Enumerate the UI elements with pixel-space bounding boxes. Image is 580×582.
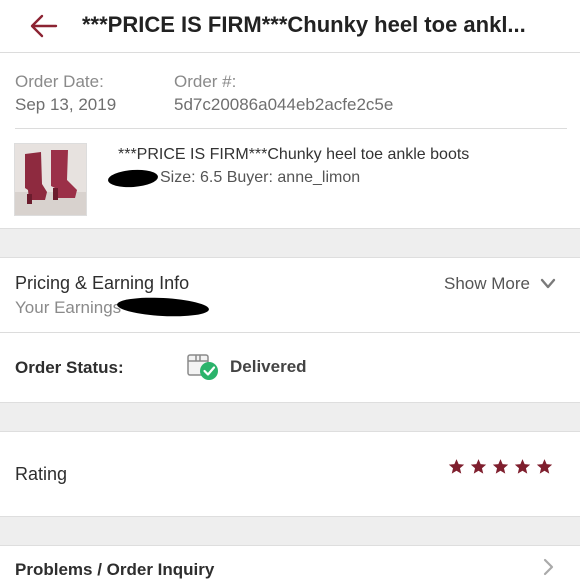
star-icon (514, 459, 531, 474)
show-more-link[interactable]: Show More (444, 274, 530, 294)
divider (0, 332, 580, 333)
rating-label: Rating (15, 464, 68, 484)
rating-stars (448, 458, 553, 475)
order-date-label: Order Date: (15, 72, 104, 91)
pricing-title: Pricing & Earning Info (15, 273, 190, 293)
star-icon (470, 459, 487, 474)
chevron-down-icon[interactable] (540, 277, 556, 296)
section-separator (0, 228, 580, 258)
item-meta: Size: 6.5 Buyer: anne_limon (160, 169, 361, 186)
problems-inquiry-link[interactable]: Problems / Order Inquiry (15, 560, 214, 580)
star-icon (448, 459, 465, 474)
item-title[interactable]: ***PRICE IS FIRM***Chunky heel toe ankle… (118, 146, 469, 164)
section-separator (0, 516, 580, 546)
section-separator (0, 402, 580, 432)
item-thumbnail[interactable] (14, 143, 87, 216)
chevron-right-icon[interactable] (542, 557, 556, 582)
star-icon (536, 459, 553, 474)
page-title: ***PRICE IS FIRM***Chunky heel toe ankl.… (82, 12, 526, 37)
divider (15, 128, 567, 129)
redaction-scribble (107, 168, 159, 189)
order-status-value: Delivered (230, 357, 307, 376)
earnings-label: Your Earnings (15, 298, 122, 317)
back-arrow-icon[interactable] (28, 10, 60, 42)
star-icon (492, 459, 509, 474)
package-delivered-icon (186, 352, 220, 387)
order-number-label: Order #: (174, 72, 237, 91)
order-status-label: Order Status: (15, 358, 124, 377)
redaction-scribble-earnings (116, 295, 210, 319)
app-header: ***PRICE IS FIRM***Chunky heel toe ankl.… (0, 0, 580, 53)
order-number-value: 5d7c20086a044eb2acfe2c5e (174, 95, 394, 114)
order-date-value: Sep 13, 2019 (15, 95, 117, 114)
